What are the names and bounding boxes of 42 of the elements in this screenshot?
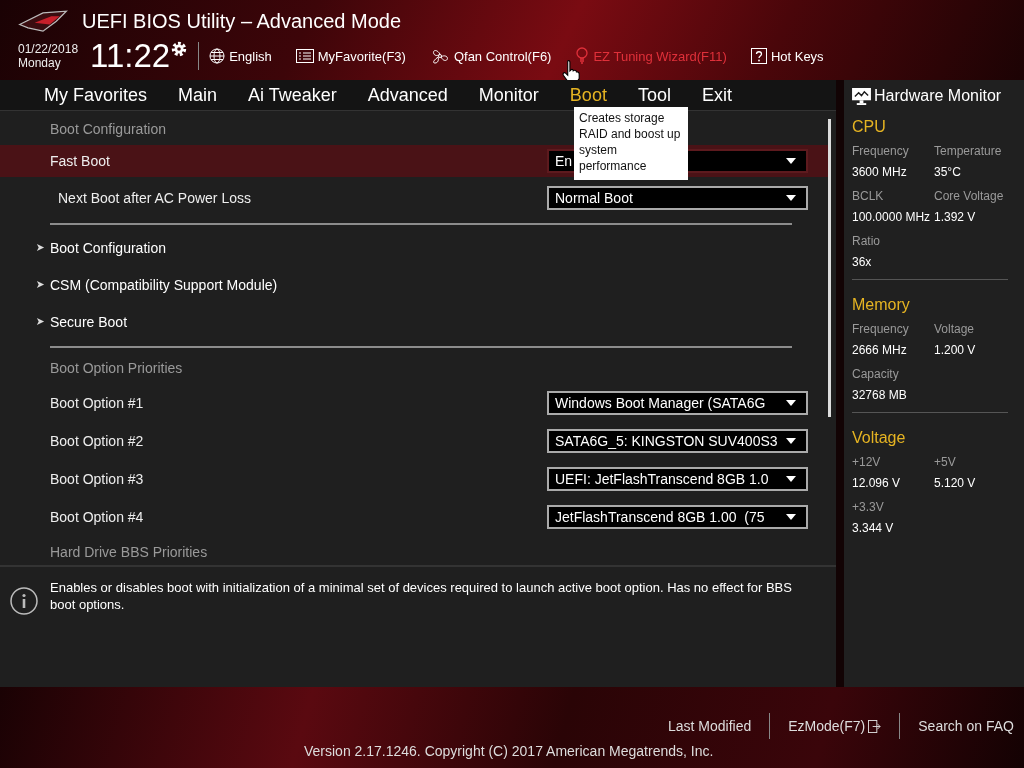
reading-label: Frequency [852, 322, 910, 336]
reading-value: 3600 MHz [852, 165, 908, 179]
day-text: Monday [18, 56, 62, 70]
reading-label: +3.3V [852, 500, 885, 514]
panel-title: Hardware Monitor [874, 87, 1002, 105]
setting-label: Boot Option #3 [50, 471, 144, 487]
reading-value: 5.120 V [934, 476, 977, 490]
reading-label: +5V [934, 455, 957, 469]
reading-label: Ratio [852, 234, 881, 248]
reading-value: 1.392 V [934, 210, 977, 224]
section-heading: Boot Option Priorities [50, 360, 183, 376]
version-text: Version 2.17.1246. Copyright (C) 2017 American Megatrends, Inc. [304, 743, 714, 759]
reading-label: Frequency [852, 144, 910, 158]
setting-label: Boot Option #4 [50, 509, 144, 525]
reading-label: +12V [852, 455, 882, 469]
help-text: Enables or disables boot with initialization of a minimal set of devices required to launch active boot option. Has no effect for BBS boot options. [50, 579, 793, 613]
reading-value: 2666 MHz [852, 343, 908, 357]
reading-value: 32768 MB [852, 388, 908, 402]
reading-value: 36x [852, 255, 873, 269]
section-title: Memory [852, 296, 910, 314]
section-heading: Boot Configuration [50, 121, 166, 137]
setting-label: Boot Option #2 [50, 433, 144, 449]
reading-label: Voltage [934, 322, 976, 336]
reading-value: 3.344 V [852, 521, 895, 535]
window-title: UEFI BIOS Utility – Advanced Mode [82, 9, 402, 33]
setting-label: Fast Boot [50, 153, 110, 169]
reading-label: BCLK [852, 189, 885, 203]
reading-label: Temperature [934, 144, 1003, 158]
reading-label: Capacity [852, 367, 900, 381]
section-title: CPU [852, 118, 886, 136]
reading-value: 1.200 V [934, 343, 977, 357]
setting-label: Boot Option #1 [50, 395, 144, 411]
setting-label: Next Boot after AC Power Loss [57, 190, 251, 206]
tooltip: Creates storage RAID and boost up system performance [574, 107, 688, 180]
reading-label: Core Voltage [934, 189, 1005, 203]
date-text: 01/22/2018 [18, 42, 80, 56]
reading-value: 35°C [934, 165, 962, 179]
section-heading: Hard Drive BBS Priorities [50, 544, 208, 560]
section-title: Voltage [852, 429, 906, 447]
reading-value: 100.0000 MHz [852, 210, 932, 224]
reading-value: 12.096 V [852, 476, 902, 490]
clock-time: 11:22 [90, 38, 171, 74]
